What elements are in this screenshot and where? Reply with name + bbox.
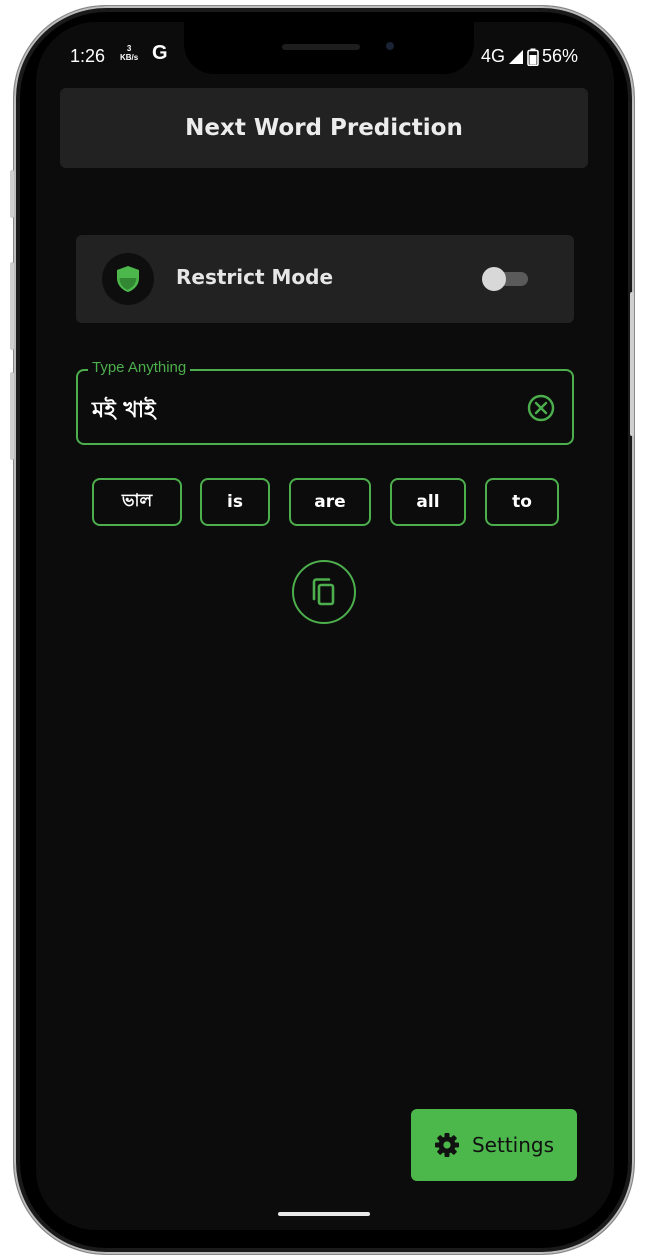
shield-icon-wrapper (102, 253, 154, 305)
app-screen: 1:26 3 KB/s G 4G 56% Next Word Predictio… (36, 22, 614, 1230)
suggestion-chip[interactable]: is (200, 478, 270, 526)
camera-notch (184, 22, 474, 74)
network-speed-unit: KB/s (120, 53, 139, 62)
network-speed-value: 3 (126, 44, 132, 53)
settings-button[interactable]: Settings (411, 1109, 577, 1181)
status-right: 4G 56% (481, 46, 578, 67)
volume-up-button (10, 262, 14, 350)
restrict-mode-card[interactable]: Restrict Mode (76, 235, 574, 323)
suggestion-chip[interactable]: to (485, 478, 559, 526)
network-type: 4G (480, 46, 505, 66)
home-indicator[interactable] (278, 1212, 370, 1216)
battery-icon (527, 48, 539, 66)
copy-button[interactable] (292, 560, 356, 624)
shield-icon (117, 266, 139, 292)
suggestion-chip[interactable]: are (289, 478, 371, 526)
earpiece-speaker (282, 44, 360, 50)
suggestion-chips: ভাল is are all to (36, 478, 614, 526)
input-label: Type Anything (88, 359, 191, 376)
gear-icon (434, 1133, 459, 1157)
notification-app-icon: G (152, 42, 168, 64)
front-camera (386, 42, 394, 50)
power-button (630, 292, 634, 436)
network-speed: 3 KB/s (120, 44, 138, 62)
settings-label: Settings (471, 1133, 555, 1157)
suggestion-chip[interactable]: all (390, 478, 466, 526)
suggestion-chip[interactable]: ভাল (92, 478, 182, 526)
volume-button (10, 170, 14, 218)
battery-level: 56% (541, 46, 578, 66)
app-bar: Next Word Prediction (60, 88, 588, 168)
clear-input-icon[interactable] (526, 393, 556, 423)
page-title: Next Word Prediction (185, 115, 463, 141)
volume-down-button (10, 372, 14, 460)
toggle-thumb[interactable] (482, 267, 506, 291)
text-input-field[interactable]: Type Anything মই খাই (76, 359, 574, 445)
status-time: 1:26 (70, 46, 106, 66)
restrict-mode-toggle[interactable] (482, 267, 530, 291)
input-value[interactable]: মই খাই (92, 393, 156, 430)
status-bar: 1:26 3 KB/s G 4G 56% (36, 22, 614, 78)
copy-icon (312, 578, 335, 606)
signal-icon (508, 49, 523, 64)
restrict-mode-label: Restrict Mode (176, 265, 334, 289)
